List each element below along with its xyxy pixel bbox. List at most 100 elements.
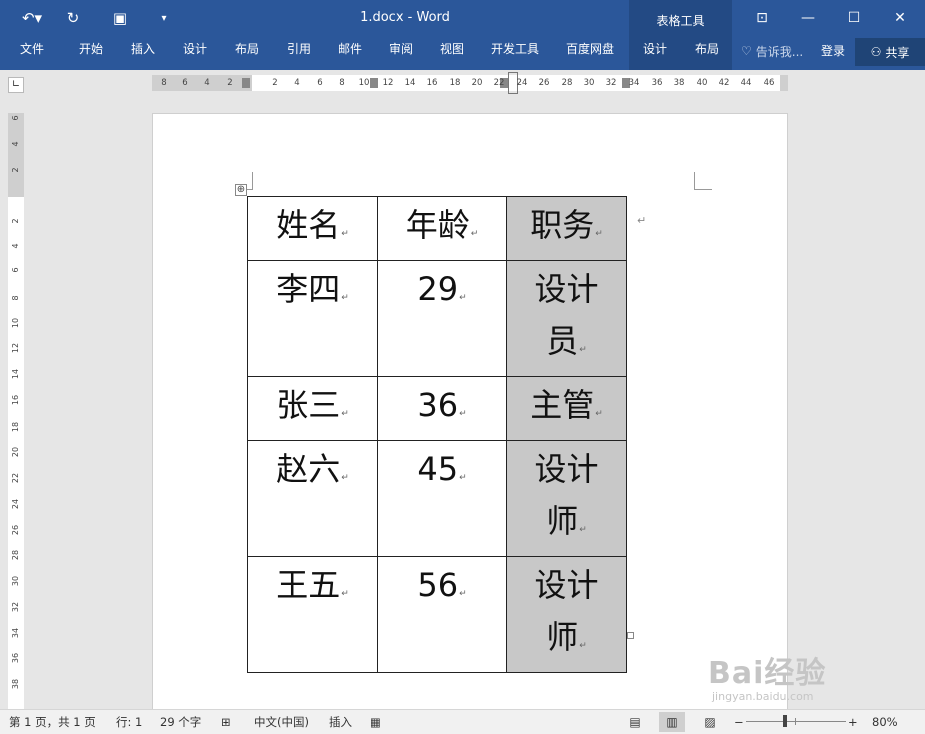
table-cell[interactable]: 赵六↵ xyxy=(247,440,378,557)
tell-me-search[interactable]: ♡ 告诉我... xyxy=(741,41,803,61)
print-layout-icon[interactable]: ▥ xyxy=(659,712,685,732)
tab-view[interactable]: 视图 xyxy=(431,36,473,70)
ruler-number: 38 xyxy=(673,78,685,88)
minimize-icon[interactable]: — xyxy=(785,0,831,36)
ruler-number: 2 xyxy=(227,78,233,88)
tab-selector[interactable]: ∟ xyxy=(8,77,24,93)
zoom-slider[interactable] xyxy=(746,721,846,722)
table-resize-handle[interactable] xyxy=(627,632,634,639)
insert-mode[interactable]: 插入 xyxy=(329,714,352,730)
table-cell[interactable]: 45↵ xyxy=(377,440,507,557)
ruler-number: 4 xyxy=(11,141,20,147)
tell-me-label: 告诉我... xyxy=(755,44,804,59)
table-cell-shaded[interactable]: 设计 员↵ xyxy=(506,260,627,377)
table-row: 张三↵ 36↵ 主管↵ xyxy=(247,376,627,441)
tab-review[interactable]: 审阅 xyxy=(380,36,422,70)
ruler-number: 6 xyxy=(11,267,20,273)
tab-layout[interactable]: 布局 xyxy=(226,36,268,70)
ruler-number: 14 xyxy=(404,78,416,88)
table-cell[interactable]: 56↵ xyxy=(377,556,507,673)
ruler-number: 6 xyxy=(182,78,188,88)
sign-in-button[interactable]: 登录 xyxy=(818,41,848,61)
ruler-number: 20 xyxy=(471,78,483,88)
zoom-out-button[interactable]: − xyxy=(734,714,744,730)
share-button[interactable]: ⚇ 共享 xyxy=(855,38,925,66)
ribbon-display-icon[interactable]: ⊡ xyxy=(739,0,785,36)
cell-end-mark: ↵ xyxy=(459,293,467,303)
ruler-number: 2 xyxy=(11,218,20,224)
cell-end-mark: ↵ xyxy=(459,409,467,419)
ruler-number: 2 xyxy=(272,78,278,88)
read-mode-icon[interactable]: ▤ xyxy=(622,712,648,732)
cell-end-mark: ↵ xyxy=(341,409,349,419)
table-cell[interactable]: 张三↵ xyxy=(247,376,378,441)
cell-end-mark: ↵ xyxy=(341,293,349,303)
ruler-number: 30 xyxy=(11,575,20,587)
cell-text: 29 xyxy=(417,270,459,308)
macro-recording-icon[interactable]: ▦ xyxy=(370,714,381,730)
ruler-number: 2 xyxy=(11,167,20,173)
zoom-in-button[interactable]: + xyxy=(848,714,858,730)
cell-text: 设计 师 xyxy=(534,450,599,540)
tab-design[interactable]: 设计 xyxy=(174,36,216,70)
tab-developer[interactable]: 开发工具 xyxy=(484,36,546,70)
ruler-number: 22 xyxy=(11,472,20,484)
table-cell-shaded[interactable]: 设计 师↵ xyxy=(506,440,627,557)
data-table[interactable]: 姓名↵ 年龄↵ 职务↵ 李四↵ 29↵ 设计 员↵ 张三↵ 36↵ 主管↵ 赵六… xyxy=(247,196,627,673)
tab-mailings[interactable]: 邮件 xyxy=(329,36,371,70)
maximize-icon[interactable]: ☐ xyxy=(831,0,877,36)
watermark-brand: Bai经验 xyxy=(708,656,827,691)
zoom-level[interactable]: 80% xyxy=(872,714,898,730)
ruler-number: 14 xyxy=(11,368,20,380)
ruler-number: 36 xyxy=(651,78,663,88)
ruler-number: 4 xyxy=(11,243,20,249)
table-cell[interactable]: 36↵ xyxy=(377,376,507,441)
title-bar: ↶▾ ↻ ▣ ▾ 1.docx - Word ⊡ — ☐ ✕ xyxy=(0,0,925,36)
ruler-number: 8 xyxy=(339,78,345,88)
lightbulb-icon: ♡ xyxy=(741,44,752,58)
tab-references[interactable]: 引用 xyxy=(278,36,320,70)
table-cell[interactable]: 年龄↵ xyxy=(377,196,507,261)
table-cell[interactable]: 王五↵ xyxy=(247,556,378,673)
tab-table-layout[interactable]: 布局 xyxy=(686,36,728,70)
table-cell[interactable]: 姓名↵ xyxy=(247,196,378,261)
vertical-ruler[interactable]: 6 4 2 2 4 6 8 10 12 14 16 18 20 22 24 26… xyxy=(8,113,24,709)
table-cell[interactable]: 29↵ xyxy=(377,260,507,377)
left-margin-marker[interactable] xyxy=(242,78,250,88)
web-layout-icon[interactable]: ▨ xyxy=(697,712,723,732)
page-count[interactable]: 第 1 页，共 1 页 xyxy=(9,714,96,730)
ruler-number: 16 xyxy=(426,78,438,88)
cell-end-mark: ↵ xyxy=(341,589,349,599)
zoom-slider-thumb[interactable] xyxy=(783,715,787,727)
tab-insert[interactable]: 插入 xyxy=(122,36,164,70)
table-row: 王五↵ 56↵ 设计 师↵ xyxy=(247,556,627,673)
ruler-number: 24 xyxy=(516,78,528,88)
cell-text: 设计 师 xyxy=(534,566,599,656)
paragraph-mark: ↵ xyxy=(637,214,647,227)
language-indicator[interactable]: 中文(中国) xyxy=(254,714,309,730)
ruler-number: 30 xyxy=(583,78,595,88)
table-cell-shaded[interactable]: 主管↵ xyxy=(506,376,627,441)
ruler-number: 36 xyxy=(11,652,20,664)
cell-text: 姓名 xyxy=(276,206,341,244)
ruler-number: 10 xyxy=(358,78,370,88)
table-cell[interactable]: 李四↵ xyxy=(247,260,378,377)
table-move-handle-icon[interactable]: ⊕ xyxy=(235,184,247,196)
table-cell-shaded[interactable]: 设计 师↵ xyxy=(506,556,627,673)
tab-file[interactable]: 文件 xyxy=(12,36,52,70)
ruler-number: 6 xyxy=(11,115,20,121)
proofing-icon[interactable]: ⊞ xyxy=(221,714,231,730)
cell-end-mark: ↵ xyxy=(459,589,467,599)
word-count[interactable]: 29 个字 xyxy=(160,714,201,730)
cell-text: 设计 员 xyxy=(534,270,599,360)
ruler-number: 24 xyxy=(11,498,20,510)
tab-table-design[interactable]: 设计 xyxy=(634,36,676,70)
cell-text: 王五 xyxy=(276,566,341,604)
horizontal-ruler[interactable]: 8 6 4 2 2 4 6 8 10 12 14 16 18 20 22 24 … xyxy=(152,72,788,94)
document-page[interactable]: ⊕ ↵ 姓名↵ 年龄↵ 职务↵ 李四↵ 29↵ 设计 员↵ 张三↵ 36↵ 主管… xyxy=(152,113,788,713)
cell-end-mark: ↵ xyxy=(341,229,349,239)
table-cell-shaded[interactable]: 职务↵ xyxy=(506,196,627,261)
tab-baidu-netdisk[interactable]: 百度网盘 xyxy=(559,36,621,70)
tab-home[interactable]: 开始 xyxy=(70,36,112,70)
close-icon[interactable]: ✕ xyxy=(877,0,923,36)
